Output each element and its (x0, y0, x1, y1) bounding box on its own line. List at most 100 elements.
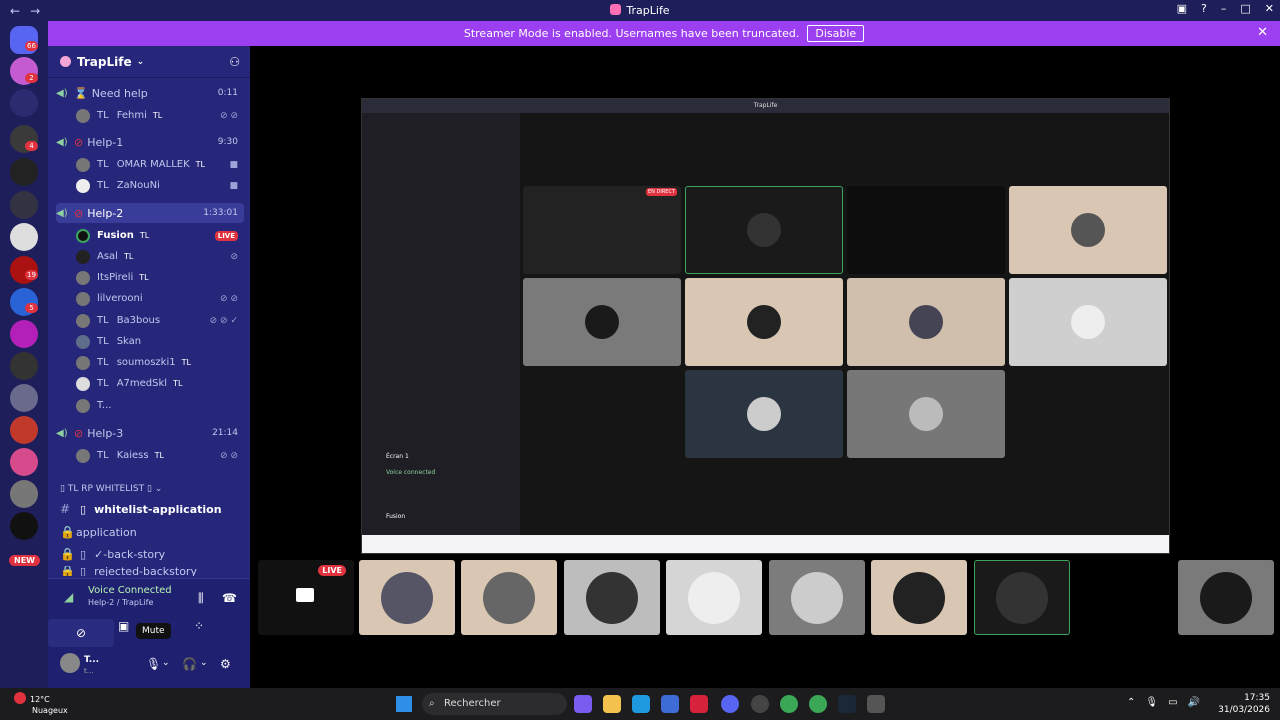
voice-member[interactable]: Asal TL ⊘ (76, 247, 244, 266)
participant-thumb[interactable] (974, 560, 1070, 635)
server-header[interactable]: TrapLife ⌄ ⚇ (48, 46, 250, 78)
help-icon[interactable]: ? (1201, 2, 1207, 15)
voice-status[interactable]: Voice Connected (88, 585, 172, 596)
voice-member[interactable]: lilverooni ⊘ ⊘ (76, 289, 244, 308)
participant-thumb[interactable] (564, 560, 660, 635)
disable-button[interactable]: Disable (807, 25, 865, 42)
text-channel[interactable]: # ▯ whitelist-application (60, 499, 244, 519)
text-channel[interactable]: 🔒 ▯ rejected-backstory (60, 566, 244, 576)
microphone-icon[interactable]: 🎙 (1145, 697, 1158, 708)
member-name: Skan (116, 336, 142, 347)
app-icon[interactable] (751, 695, 769, 713)
channel-name: ✓-back-story (94, 547, 166, 561)
chevron-down-icon[interactable]: ⌄ (162, 658, 170, 668)
discord-icon[interactable] (721, 695, 739, 713)
participant-thumb[interactable] (871, 560, 967, 635)
server-icon[interactable] (10, 512, 38, 540)
voice-channel-help-1[interactable]: ◀) ⊘ Help-1 9:30 (56, 132, 244, 152)
voice-member[interactable]: TL Ba3bous ⊘ ⊘ ✓ (76, 311, 244, 330)
voice-channel-help-2[interactable]: ◀) ⊘ Help-2 1:33:01 (56, 203, 244, 223)
voice-location[interactable]: Help-2 / TrapLife (88, 598, 153, 607)
blocked-icon: ⊘ (74, 206, 84, 220)
server-icon[interactable] (10, 158, 38, 186)
taskbar-clock[interactable]: 17:35 31/03/2026 (1218, 692, 1270, 716)
server-icon[interactable] (10, 223, 38, 251)
headphones-icon[interactable]: 🎧 (182, 657, 197, 671)
user-name[interactable]: T... (84, 655, 99, 665)
inner-video-tile (1009, 186, 1167, 274)
voice-member[interactable]: Fusion TL LIVE (76, 226, 244, 245)
acrobat-icon[interactable] (690, 695, 708, 713)
chrome-icon[interactable] (809, 695, 827, 713)
category-header[interactable]: ▯ TL RP WHITELIST ▯ ⌄ (60, 484, 162, 494)
channel-name: Need help (91, 86, 148, 100)
server-icon[interactable] (10, 480, 38, 508)
speaker-icon: ◀) (56, 136, 68, 148)
signal-icon[interactable]: ◢ (64, 590, 73, 604)
avatar[interactable] (60, 653, 80, 673)
hourglass-server-icon[interactable] (10, 89, 38, 117)
store-icon[interactable] (661, 695, 679, 713)
participant-thumb[interactable] (461, 560, 557, 635)
server-icon[interactable] (10, 416, 38, 444)
forward-arrow-icon[interactable]: → (30, 4, 40, 18)
edge-icon[interactable] (632, 695, 650, 713)
close-window-icon[interactable]: ✕ (1265, 2, 1274, 15)
settings-gear-icon[interactable]: ⚙ (220, 657, 231, 671)
close-banner-icon[interactable]: ✕ (1257, 25, 1268, 40)
participant-thumb[interactable] (1076, 560, 1172, 635)
voice-member[interactable]: TL soumoszki1 TL (76, 353, 244, 372)
mute-tooltip: Mute (136, 623, 171, 639)
chevron-up-icon[interactable]: ⌃ (1127, 697, 1135, 708)
server-icon[interactable] (10, 320, 38, 348)
voice-member[interactable]: TL Kaiess TL ⊘ ⊘ (76, 446, 244, 465)
participant-thumb[interactable] (359, 560, 455, 635)
inbox-icon[interactable]: ▣ (1177, 2, 1187, 15)
network-icon[interactable]: ▭ (1168, 697, 1177, 708)
weather-widget[interactable]: 12°C Nuageux (14, 692, 68, 716)
server-icon[interactable] (10, 352, 38, 380)
voice-channel-help-3[interactable]: ◀) ⊘ Help-3 21:14 (56, 423, 244, 443)
invite-people-icon[interactable]: ⚇ (229, 55, 240, 69)
voice-member[interactable]: TL Skan (76, 332, 244, 351)
voice-member[interactable]: TL ZaNouNi ■ (76, 176, 244, 195)
camera-off-icon[interactable]: ⊘ (48, 619, 114, 647)
activities-icon[interactable]: ⁘ (194, 619, 204, 633)
settings-icon[interactable] (867, 695, 885, 713)
back-arrow-icon[interactable]: ← (10, 4, 20, 18)
voice-member[interactable]: TL A7medSkl TL (76, 374, 244, 393)
microphone-icon[interactable]: 🎙 (146, 657, 161, 671)
voice-channel-need-help[interactable]: ◀) ⌛ Need help 0:11 (56, 83, 244, 103)
screen-share-thumb[interactable]: LIVE (258, 560, 354, 635)
disconnect-icon[interactable]: ☎ (222, 591, 237, 605)
voice-member[interactable]: TL OMAR MALLEK TL ■ (76, 155, 244, 174)
chevron-down-icon[interactable]: ⌄ (200, 658, 208, 668)
chrome-icon[interactable] (780, 695, 798, 713)
server-icon[interactable] (10, 448, 38, 476)
server-logo-icon (60, 56, 71, 67)
windows-start-icon[interactable] (396, 696, 412, 712)
participant-thumb[interactable] (1178, 560, 1274, 635)
blocked-icon: ⊘ (74, 135, 84, 149)
taskbar-search[interactable]: ⌕ Rechercher (422, 693, 567, 715)
category-name: TL RP WHITELIST (67, 484, 145, 494)
server-icon[interactable] (10, 384, 38, 412)
participant-thumb[interactable] (666, 560, 762, 635)
text-channel[interactable]: 🔒 ▯ ✓-back-story (60, 544, 244, 564)
copilot-icon[interactable] (574, 695, 592, 713)
steam-icon[interactable] (838, 695, 856, 713)
avatar (76, 291, 90, 306)
text-channel[interactable]: 🔒 application (60, 522, 244, 542)
voice-member[interactable]: ItsPireli TL (76, 268, 244, 287)
soundboard-icon[interactable]: ⫼ (198, 591, 204, 606)
voice-member[interactable]: TL Fehmi TL ⊘ ⊘ (76, 106, 244, 125)
voice-member[interactable]: T... (76, 396, 244, 415)
volume-icon[interactable]: 🔊 (1188, 697, 1200, 708)
server-icon[interactable] (10, 191, 38, 219)
share-screen-icon[interactable]: ▣ (118, 619, 129, 633)
main-stream[interactable]: TrapLife Écran 1 Voice connected Fusion … (361, 98, 1170, 554)
file-explorer-icon[interactable] (603, 695, 621, 713)
participant-thumb[interactable] (769, 560, 865, 635)
maximize-icon[interactable]: □ (1240, 2, 1250, 15)
minimize-icon[interactable]: – (1221, 2, 1227, 15)
